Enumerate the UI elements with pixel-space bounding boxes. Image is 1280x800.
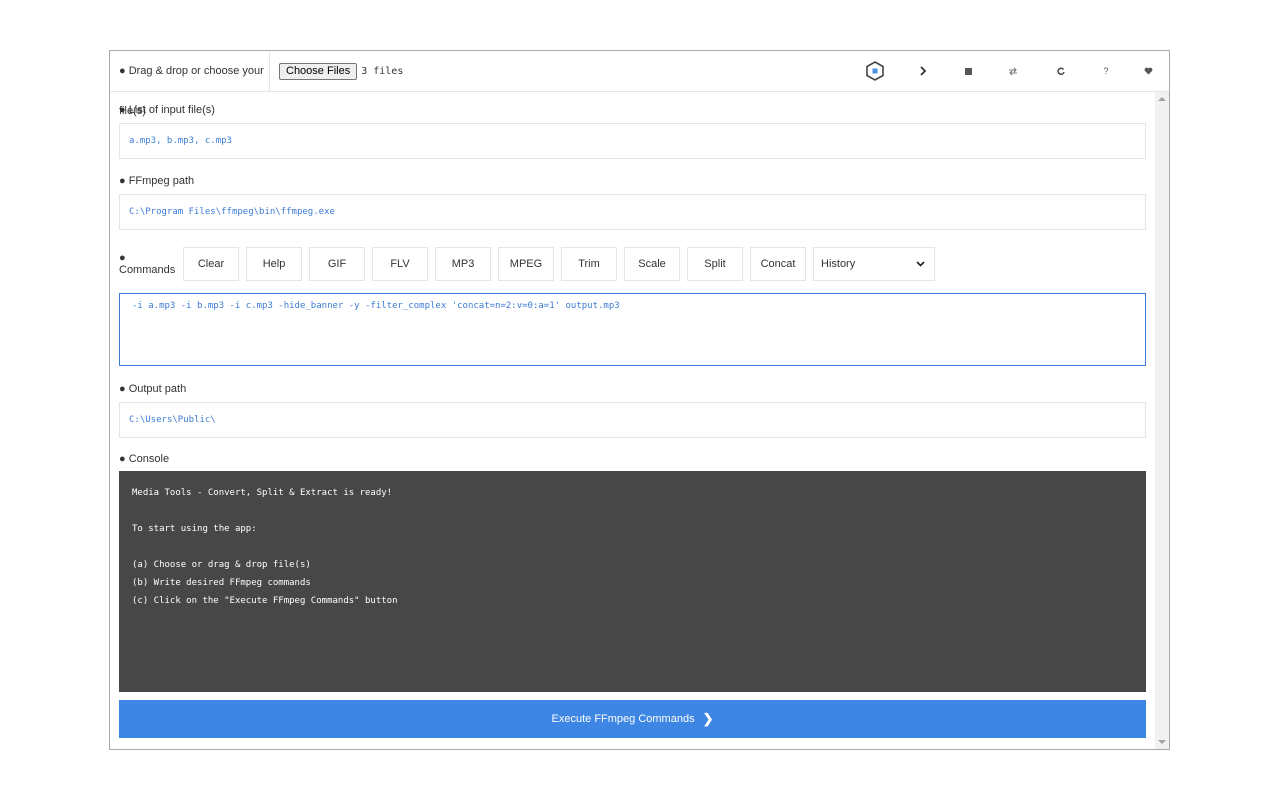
console-output: Media Tools - Convert, Split & Extract i… — [119, 471, 1146, 692]
scrollbar[interactable] — [1155, 92, 1169, 749]
choose-files-button[interactable]: Choose Files — [279, 62, 358, 80]
help-button[interactable]: Help — [246, 247, 302, 281]
help-icon[interactable]: ? — [1085, 51, 1127, 91]
app-window: ● Drag & drop or choose your file(s) Cho… — [109, 50, 1170, 750]
flv-button[interactable]: FLV — [372, 247, 428, 281]
console-line: To start using the app: — [132, 524, 257, 534]
commands-textarea[interactable]: -i a.mp3 -i b.mp3 -i c.mp3 -hide_banner … — [119, 293, 1146, 366]
toolbar: ● Drag & drop or choose your file(s) Cho… — [110, 51, 1169, 117]
ffmpeg-path-label: ● FFmpeg path — [119, 175, 195, 187]
repeat-icon[interactable] — [989, 51, 1037, 91]
file-count: 3 files — [361, 65, 404, 77]
clear-button[interactable]: Clear — [183, 247, 239, 281]
scroll-down-icon[interactable] — [1158, 740, 1166, 744]
run-icon[interactable] — [899, 51, 947, 91]
console-line: Media Tools - Convert, Split & Extract i… — [132, 488, 393, 498]
ffmpeg-path-field[interactable]: C:\Program Files\ffmpeg\bin\ffmpeg.exe — [119, 194, 1146, 230]
stop-icon[interactable] — [947, 51, 989, 91]
file-picker[interactable]: Choose Files 3 files — [270, 62, 404, 80]
console-line: (b) Write desired FFmpeg commands — [132, 578, 311, 588]
reload-icon[interactable] — [1037, 51, 1085, 91]
console-line: (a) Choose or drag & drop file(s) — [132, 560, 311, 570]
trim-button[interactable]: Trim — [561, 247, 617, 281]
console-line: (c) Click on the "Execute FFmpeg Command… — [132, 596, 398, 606]
execute-button-label: Execute FFmpeg Commands — [551, 713, 695, 725]
logo-icon[interactable] — [851, 51, 899, 91]
execute-button[interactable]: Execute FFmpeg Commands ❯ — [119, 700, 1146, 738]
chevron-right-icon: ❯ — [702, 711, 714, 726]
input-files-field[interactable]: a.mp3, b.mp3, c.mp3 — [119, 123, 1146, 159]
main-panel: ● List of input file(s) a.mp3, b.mp3, c.… — [110, 92, 1155, 749]
toolbar-icons: ? — [851, 51, 1169, 91]
mp3-button[interactable]: MP3 — [435, 247, 491, 281]
chevron-down-icon — [916, 261, 925, 267]
drop-label: ● Drag & drop or choose your file(s) — [110, 51, 270, 117]
output-path-field[interactable]: C:\Users\Public\ — [119, 402, 1146, 438]
concat-button[interactable]: Concat — [750, 247, 806, 281]
commands-toolbar: ● Commands Clear Help GIF FLV MP3 MPEG T… — [110, 246, 935, 282]
mpeg-button[interactable]: MPEG — [498, 247, 554, 281]
split-button[interactable]: Split — [687, 247, 743, 281]
history-select-value: History — [821, 258, 856, 270]
scroll-up-icon[interactable] — [1158, 97, 1166, 101]
history-select[interactable]: History — [813, 247, 935, 281]
commands-label: ● Commands — [119, 252, 176, 276]
heart-icon[interactable] — [1127, 51, 1169, 91]
input-files-label: ● List of input file(s) — [119, 104, 215, 116]
output-path-label: ● Output path — [119, 383, 187, 395]
scale-button[interactable]: Scale — [624, 247, 680, 281]
console-label: ● Console — [119, 453, 170, 465]
help-glyph: ? — [1103, 66, 1109, 76]
gif-button[interactable]: GIF — [309, 247, 365, 281]
